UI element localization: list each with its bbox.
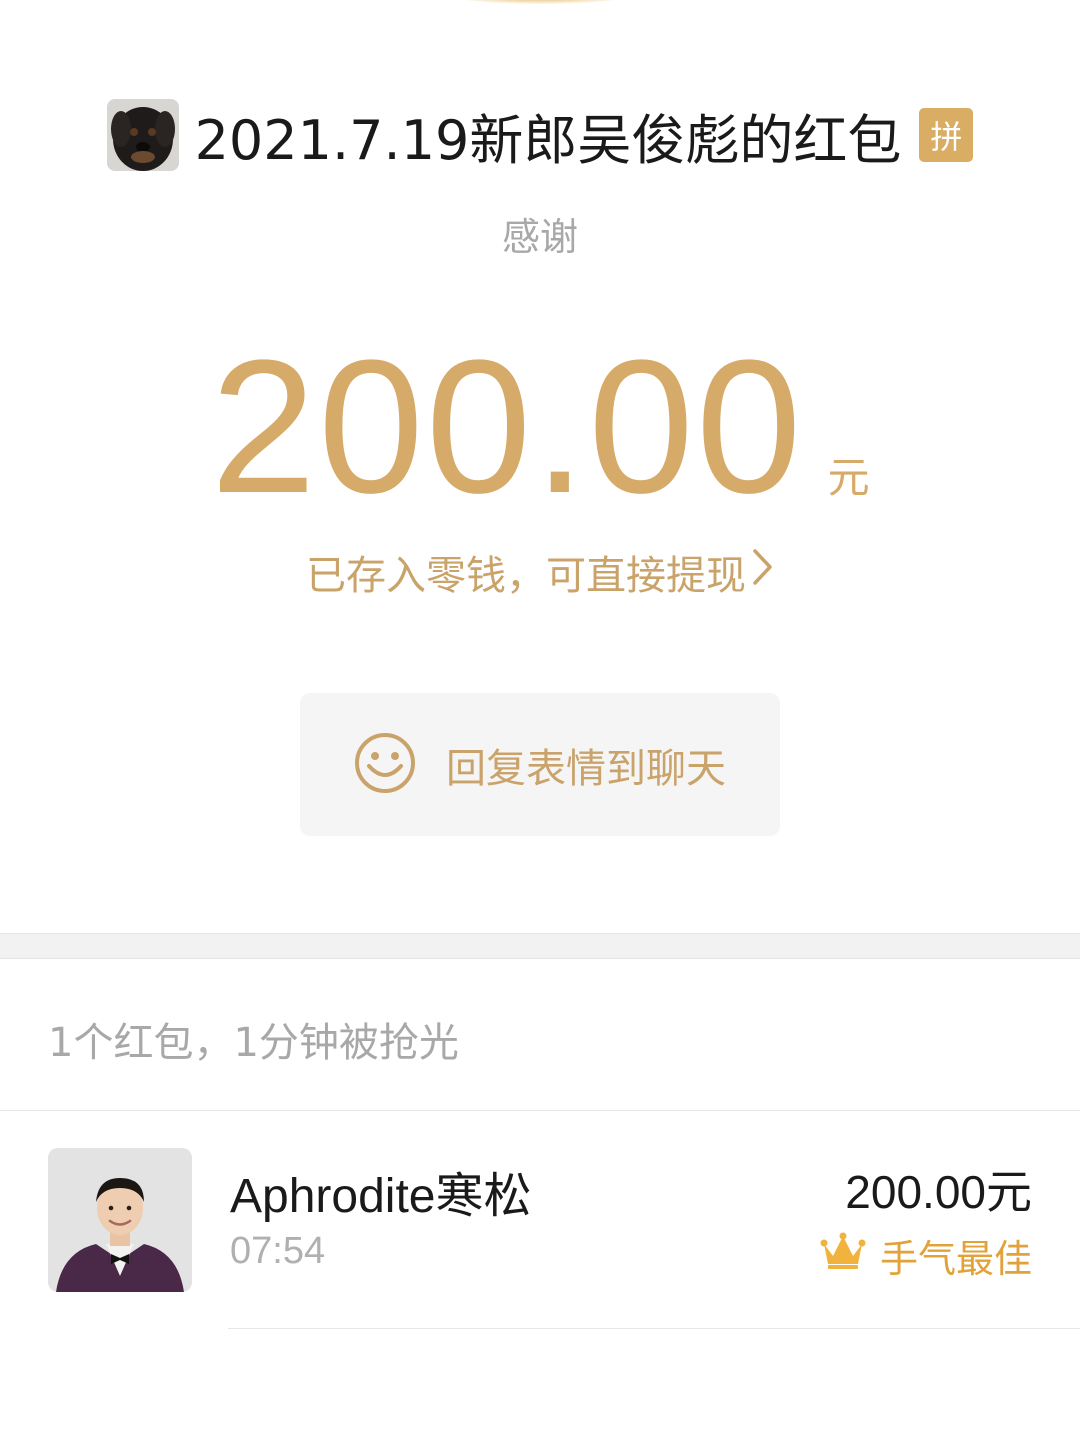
row-divider bbox=[228, 1328, 1080, 1329]
top-glow-decoration bbox=[450, 0, 630, 4]
amount-display: 200.00 元 bbox=[0, 332, 1080, 522]
wallet-link-label: 已存入零钱，可直接提现 bbox=[306, 553, 746, 599]
smiley-icon bbox=[354, 732, 416, 798]
chevron-right-icon bbox=[752, 547, 774, 598]
section-divider bbox=[0, 933, 1080, 959]
wallet-link[interactable]: 已存入零钱，可直接提现 bbox=[0, 540, 1080, 604]
receiver-list-item[interactable]: Aphrodite寒松 07:54 200.00元 手气最佳 bbox=[48, 1148, 1032, 1294]
receiver-name: Aphrodite寒松 bbox=[230, 1170, 532, 1223]
amount-unit: 元 bbox=[827, 453, 870, 502]
man-in-suit-photo-avatar-icon bbox=[48, 1148, 192, 1292]
receiver-avatar[interactable] bbox=[48, 1148, 192, 1292]
crown-icon bbox=[820, 1232, 866, 1279]
best-luck-badge: 手气最佳 bbox=[820, 1228, 1032, 1283]
reply-emoji-button[interactable]: 回复表情到聊天 bbox=[300, 693, 780, 836]
pin-badge: 拼 bbox=[919, 108, 974, 162]
packet-title: 2021.7.19新郎吴俊彪的红包 bbox=[194, 108, 902, 172]
sender-avatar[interactable] bbox=[106, 99, 179, 171]
amount-value: 200.00 bbox=[210, 321, 804, 533]
receiver-amount: 200.00元 bbox=[845, 1166, 1032, 1218]
packet-summary: 1个红包，1分钟被抢光 bbox=[48, 1020, 459, 1066]
packet-greeting: 感谢 bbox=[501, 215, 578, 259]
reply-button-label: 回复表情到聊天 bbox=[446, 745, 726, 792]
receiver-time: 07:54 bbox=[230, 1230, 326, 1272]
best-luck-label: 手气最佳 bbox=[879, 1237, 1032, 1281]
dog-photo-avatar-icon bbox=[106, 99, 179, 171]
packet-header: 2021.7.19新郎吴俊彪的红包 拼 bbox=[0, 97, 1080, 173]
summary-divider bbox=[0, 1110, 1080, 1111]
